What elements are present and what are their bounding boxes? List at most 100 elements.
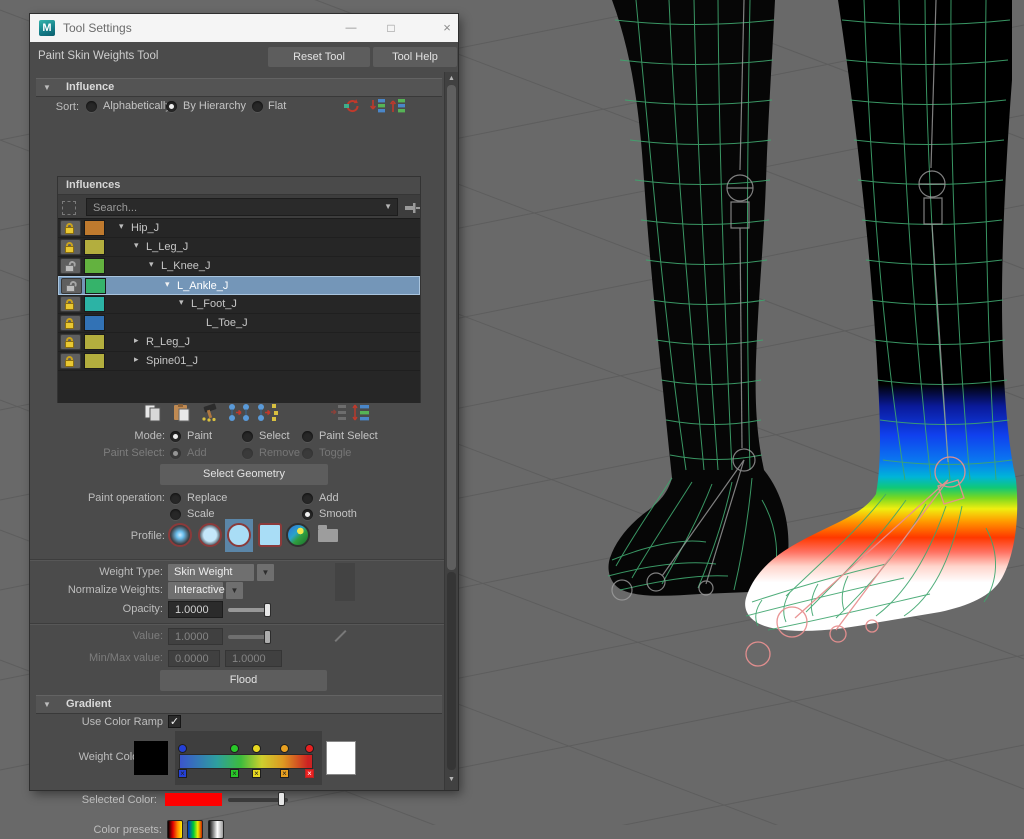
lock-icon[interactable]: [60, 334, 81, 350]
ramp-marker-square-selected[interactable]: ×: [305, 769, 314, 778]
use-color-ramp-checkbox[interactable]: ✓: [168, 715, 181, 728]
unlock-icon[interactable]: [60, 258, 81, 274]
mode-paint-select-radio[interactable]: [302, 431, 313, 442]
select-geometry-button[interactable]: Select Geometry: [160, 464, 328, 485]
ramp-marker-circle[interactable]: [230, 744, 239, 753]
hammer-weights-icon[interactable]: [200, 403, 222, 422]
minimize-button[interactable]: —: [342, 19, 360, 37]
move-weights-vertex-icon[interactable]: [257, 403, 279, 422]
influence-color-swatch[interactable]: [84, 334, 105, 350]
influence-color-swatch[interactable]: [84, 220, 105, 236]
influence-section-header[interactable]: ▼ Influence: [36, 78, 442, 97]
color-preset-rainbow[interactable]: [187, 820, 203, 839]
flood-button[interactable]: Flood: [160, 670, 327, 691]
influence-row-l-foot[interactable]: ▾ L_Foot_J: [58, 295, 420, 314]
paint-op-scale-radio[interactable]: [170, 509, 181, 520]
tool-help-button[interactable]: Tool Help: [373, 47, 457, 67]
lock-icon[interactable]: [60, 296, 81, 312]
ramp-marker-square[interactable]: ×: [280, 769, 289, 778]
panel-scrollbar[interactable]: ▲ ▼: [444, 72, 458, 790]
copy-influence-list-icon[interactable]: [330, 403, 348, 422]
search-dropdown-icon[interactable]: ▼: [378, 199, 392, 215]
move-weights-icon[interactable]: [228, 403, 250, 422]
mode-paint-radio[interactable]: [170, 431, 181, 442]
sort-alphabetically-label[interactable]: Alphabetically: [103, 100, 171, 112]
copy-weights-icon[interactable]: [143, 403, 163, 422]
influence-row-l-leg[interactable]: ▾ L_Leg_J: [58, 238, 420, 257]
color-preset-grayscale[interactable]: [208, 820, 224, 839]
weight-type-dropdown[interactable]: Skin Weight: [168, 564, 254, 581]
ramp-marker-circle[interactable]: [178, 744, 187, 753]
influence-color-swatch[interactable]: [84, 258, 105, 274]
refresh-influences-icon[interactable]: [343, 98, 363, 114]
ramp-marker-square[interactable]: ×: [178, 769, 187, 778]
sort-list-down-icon[interactable]: [370, 98, 386, 114]
normalize-weights-dropdown-arrow[interactable]: ▼: [226, 582, 243, 599]
close-button[interactable]: ×: [438, 19, 456, 37]
influence-row-l-knee[interactable]: ▾ L_Knee_J: [58, 257, 420, 276]
influence-color-swatch[interactable]: [85, 278, 106, 294]
influence-row-hip[interactable]: ▾ Hip_J: [58, 219, 420, 238]
influence-color-swatch[interactable]: [84, 239, 105, 255]
expander-icon[interactable]: ▾: [149, 259, 154, 270]
sort-by-hierarchy-label[interactable]: By Hierarchy: [183, 100, 246, 112]
brush-image-icon[interactable]: [286, 523, 310, 547]
gradient-section-header[interactable]: ▼ Gradient: [36, 695, 442, 714]
influence-row-l-toe[interactable]: L_Toe_J: [58, 314, 420, 333]
sort-flat-radio[interactable]: [252, 101, 263, 112]
search-input[interactable]: Search... ▼: [86, 198, 398, 216]
sort-alphabetically-radio[interactable]: [86, 101, 97, 112]
influence-row-r-leg[interactable]: ▸ R_Leg_J: [58, 333, 420, 352]
scroll-up-icon[interactable]: ▲: [445, 75, 458, 82]
color-ramp-bar[interactable]: [179, 754, 313, 769]
influence-tree-list[interactable]: ▾ Hip_J ▾ L_Leg_J ▾ L_Knee_J: [58, 218, 420, 403]
expander-icon[interactable]: ▾: [179, 297, 184, 308]
paint-op-smooth-radio[interactable]: [302, 509, 313, 520]
weight-color-black-swatch[interactable]: [134, 741, 168, 775]
brush-solid-icon[interactable]: [227, 523, 251, 547]
lock-icon[interactable]: [60, 220, 81, 236]
influence-color-swatch[interactable]: [84, 353, 105, 369]
ramp-marker-circle[interactable]: [280, 744, 289, 753]
ramp-marker-square[interactable]: ×: [252, 769, 261, 778]
pin-icon[interactable]: [405, 202, 421, 214]
mode-select-radio[interactable]: [242, 431, 253, 442]
sort-flat-label[interactable]: Flat: [268, 100, 286, 112]
mode-paint-select-label[interactable]: Paint Select: [319, 430, 378, 442]
expander-icon[interactable]: ▾: [165, 279, 170, 290]
influence-color-swatch[interactable]: [84, 296, 105, 312]
expander-icon[interactable]: ▸: [134, 354, 139, 365]
lock-icon[interactable]: [60, 353, 81, 369]
expander-icon[interactable]: ▾: [134, 240, 139, 251]
marquee-select-icon[interactable]: [62, 201, 76, 215]
ramp-marker-circle[interactable]: [252, 744, 261, 753]
lock-icon[interactable]: [60, 315, 81, 331]
influence-row-l-ankle-selected[interactable]: ▾ L_Ankle_J: [58, 276, 420, 295]
reset-tool-button[interactable]: Reset Tool: [268, 47, 370, 67]
paste-weights-icon[interactable]: [172, 403, 192, 422]
scrollbar-thumb[interactable]: [447, 85, 456, 570]
scrollbar-track[interactable]: [447, 572, 456, 770]
influence-color-swatch[interactable]: [84, 315, 105, 331]
ramp-marker-circle[interactable]: [305, 744, 314, 753]
expander-icon[interactable]: ▾: [119, 221, 124, 232]
mode-select-label[interactable]: Select: [259, 430, 290, 442]
sort-list-up-icon[interactable]: [390, 98, 406, 114]
paint-op-scale-label[interactable]: Scale: [187, 508, 215, 520]
sort-by-hierarchy-radio[interactable]: [166, 101, 177, 112]
browse-brush-folder-icon[interactable]: [318, 529, 338, 542]
window-titlebar[interactable]: M Tool Settings — □ ×: [30, 14, 458, 43]
weight-color-white-swatch[interactable]: [326, 741, 356, 775]
paint-op-add-label[interactable]: Add: [319, 492, 339, 504]
color-preset-fire[interactable]: [167, 820, 183, 839]
paint-op-smooth-label[interactable]: Smooth: [319, 508, 357, 520]
maximize-button[interactable]: □: [382, 19, 400, 37]
brush-square-icon[interactable]: [258, 523, 282, 547]
reorder-influence-list-icon[interactable]: [352, 403, 372, 422]
ramp-marker-square[interactable]: ×: [230, 769, 239, 778]
opacity-slider-handle[interactable]: [264, 603, 271, 617]
paint-op-add-radio[interactable]: [302, 493, 313, 504]
paint-op-replace-radio[interactable]: [170, 493, 181, 504]
collapse-triangle-icon[interactable]: ▼: [43, 79, 51, 96]
selected-color-swatch[interactable]: [165, 793, 222, 806]
